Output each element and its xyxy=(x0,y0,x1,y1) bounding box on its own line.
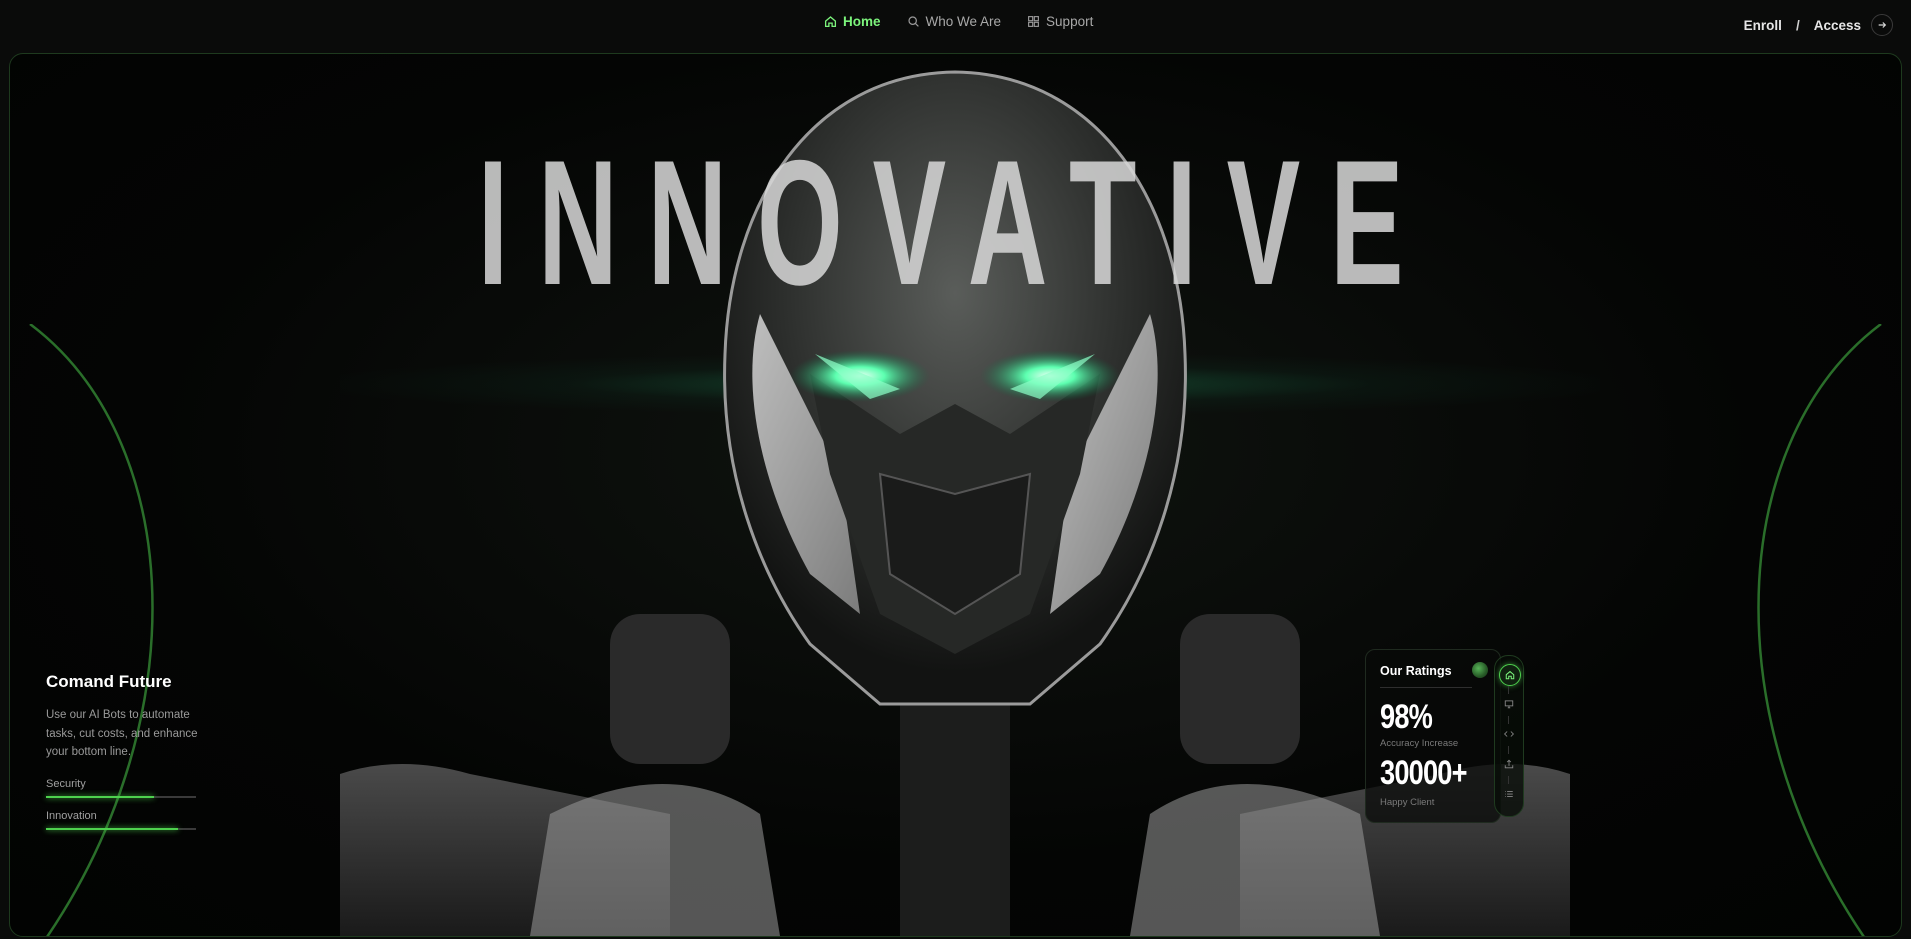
access-link[interactable]: Access xyxy=(1814,18,1861,33)
access-arrow-button[interactable] xyxy=(1871,14,1893,36)
ratings-title: Our Ratings xyxy=(1380,664,1452,678)
rail-code-button[interactable] xyxy=(1499,724,1519,744)
top-bar: Home Who We Are Support Enroll / Access xyxy=(0,0,1911,52)
nav-support-label: Support xyxy=(1046,14,1094,29)
rail-connector xyxy=(1508,686,1509,694)
ratings-divider xyxy=(1380,687,1472,688)
enroll-link[interactable]: Enroll xyxy=(1744,18,1782,33)
progress-security: Security xyxy=(46,778,206,798)
nav-who-we-are-label: Who We Are xyxy=(925,14,1002,29)
progress-innovation-label: Innovation xyxy=(46,809,97,822)
progress-security-track xyxy=(46,795,196,798)
code-icon xyxy=(1504,731,1514,737)
left-info-panel: Comand Future Use our AI Bots to automat… xyxy=(46,672,206,842)
list-icon xyxy=(1505,791,1513,797)
ratings-indicator xyxy=(1472,662,1488,678)
rail-share-button[interactable] xyxy=(1499,754,1519,774)
home-icon xyxy=(824,16,837,28)
progress-security-label: Security xyxy=(46,777,86,790)
rail-home-button[interactable] xyxy=(1499,664,1521,686)
main-nav: Home Who We Are Support xyxy=(824,14,1119,29)
monitor-icon xyxy=(1504,700,1514,709)
accuracy-label: Accuracy Increase xyxy=(1380,738,1459,749)
home-icon xyxy=(1505,670,1515,680)
clients-label: Happy Client xyxy=(1380,797,1435,808)
nav-who-we-are[interactable]: Who We Are xyxy=(907,14,1002,29)
panel-description: Use our AI Bots to automate tasks, cut c… xyxy=(46,709,198,758)
accuracy-value: 98% xyxy=(1380,698,1433,736)
share-icon xyxy=(1504,759,1514,769)
rail-connector xyxy=(1508,776,1509,784)
clients-value: 30000+ xyxy=(1380,754,1468,792)
progress-innovation-fill xyxy=(46,827,178,830)
arrow-right-icon xyxy=(1878,22,1887,28)
nav-home-label: Home xyxy=(843,14,881,29)
progress-security-fill xyxy=(46,795,154,798)
rail-monitor-button[interactable] xyxy=(1499,694,1519,714)
left-arc-decoration xyxy=(29,324,154,936)
side-icon-rail xyxy=(1494,655,1524,817)
search-icon xyxy=(907,16,919,27)
progress-innovation-track xyxy=(46,827,196,830)
rail-connector xyxy=(1508,746,1509,754)
auth-links: Enroll / Access xyxy=(1744,14,1893,36)
nav-support[interactable]: Support xyxy=(1027,14,1093,29)
ratings-card: Our Ratings 98% Accuracy Increase 30000+… xyxy=(1365,649,1501,823)
hero-headline: INNOVATIVE xyxy=(477,123,1434,322)
panel-title: Comand Future xyxy=(46,672,172,691)
auth-separator: / xyxy=(1795,17,1800,33)
progress-innovation: Innovation xyxy=(46,810,206,830)
grid-icon xyxy=(1028,16,1039,27)
hero-section: INNOVATIVE xyxy=(9,53,1902,937)
right-arc-decoration xyxy=(1757,324,1882,936)
nav-home[interactable]: Home xyxy=(824,14,881,29)
rail-connector xyxy=(1508,716,1509,724)
rail-list-button[interactable] xyxy=(1499,784,1519,804)
